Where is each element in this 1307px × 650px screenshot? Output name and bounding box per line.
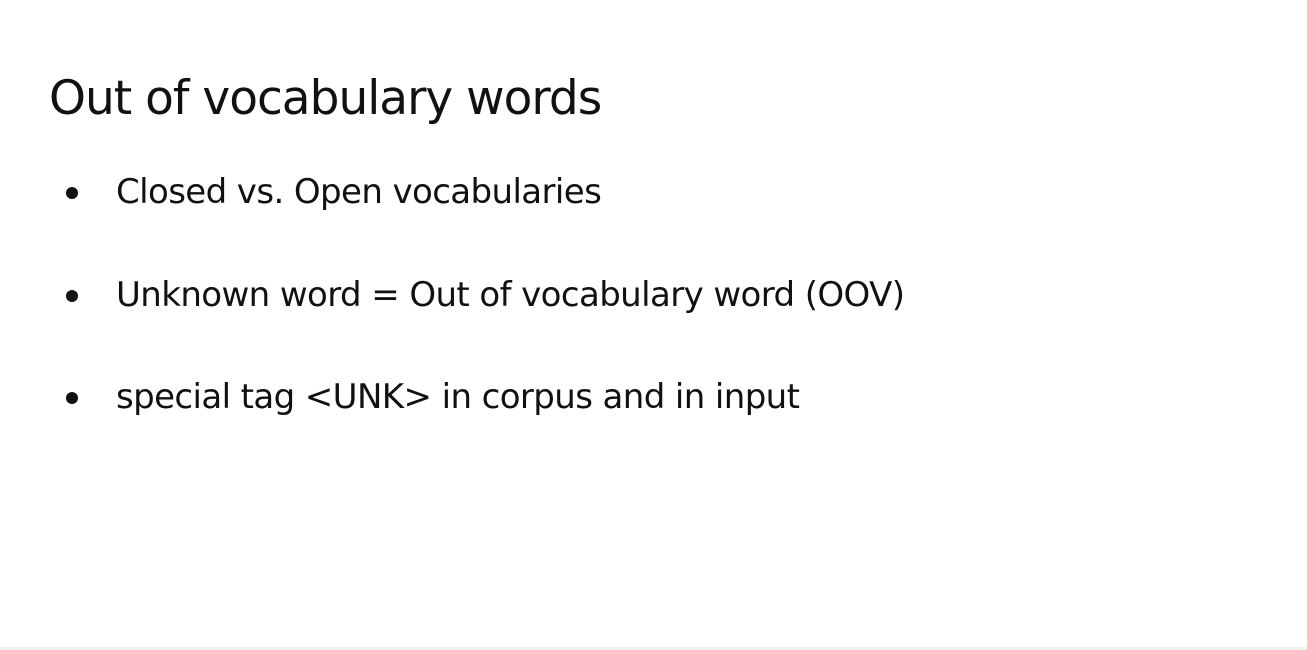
bullet-dot-icon (66, 187, 78, 199)
bullet-dot-icon (66, 290, 78, 302)
bullet-dot-icon (66, 392, 78, 404)
slide-title: Out of vocabulary words (49, 71, 602, 126)
bullet-text: special tag <UNK> in corpus and in input (116, 377, 800, 417)
bullet-text: Closed vs. Open vocabularies (116, 172, 602, 212)
bullet-text: Unknown word = Out of vocabulary word (O… (116, 275, 905, 315)
slide: Out of vocabulary words Closed vs. Open … (0, 0, 1307, 650)
